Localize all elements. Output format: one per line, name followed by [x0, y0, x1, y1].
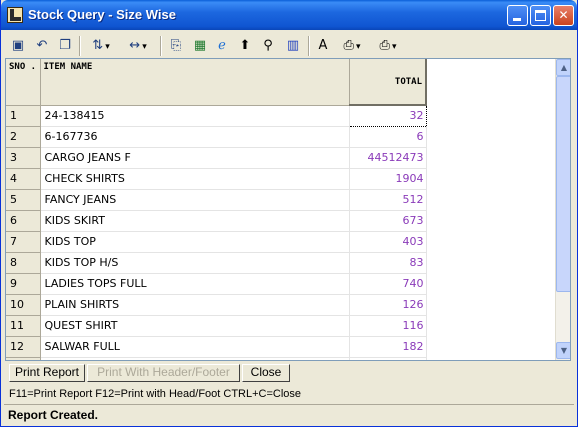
toolbar: ▣ ↶ ❐ ⇅ ↔ ⎘ ▦ ℯ ⬆ ⚲ ▥ A ⎙ ⎙ [5, 34, 575, 58]
row-number: 8 [6, 252, 41, 274]
header-row: SNO . ITEM NAME TOTAL [6, 59, 427, 106]
table-row[interactable]: 4 CHECK SHIRTS 1904 [6, 168, 427, 190]
item-name-cell[interactable]: KIDS TOP [40, 231, 350, 253]
print-preview-icon[interactable]: ⎙ [337, 36, 367, 56]
stock-table: SNO . ITEM NAME TOTAL 1 24-138415 32 2 6… [6, 59, 427, 360]
total-cell[interactable]: 116 [349, 315, 427, 337]
shortcut-hint: F11=Print Report F12=Print with Head/Foo… [9, 388, 302, 400]
table-row[interactable]: 10 PLAIN SHIRTS 126 [6, 294, 427, 316]
table-row[interactable]: 9 LADIES TOPS FULL 740 [6, 273, 427, 295]
row-number: 2 [6, 126, 41, 148]
maximize-icon [535, 10, 546, 21]
total-cell[interactable]: 83 [349, 252, 427, 274]
close-button[interactable]: Close [242, 364, 290, 382]
row-number: 3 [6, 147, 41, 169]
stock-query-window: Stock Query - Size Wise ✕ ▣ ↶ ❐ ⇅ ↔ ⎘ ▦ … [0, 0, 578, 427]
total-cell[interactable]: 44512473 [349, 147, 427, 169]
row-number: 9 [6, 273, 41, 295]
excel-icon[interactable]: ▦ [191, 36, 209, 56]
table-row[interactable]: 2 6-167736 6 [6, 126, 427, 148]
table-row[interactable]: 6 KIDS SKIRT 673 [6, 210, 427, 232]
total-cell[interactable]: 182 [349, 336, 427, 358]
table-row[interactable]: 3 CARGO JEANS F 44512473 [6, 147, 427, 169]
print-icon[interactable]: ⎙ [373, 36, 403, 56]
save-icon[interactable]: ▣ [9, 36, 27, 56]
column-width-icon[interactable]: ↔ [121, 36, 155, 56]
row-number: 4 [6, 168, 41, 190]
status-text: Report Created. [8, 408, 99, 422]
row-number: 1 [6, 105, 41, 127]
vertical-scrollbar[interactable]: ▲ ▼ [555, 59, 570, 360]
copy-icon[interactable]: ⎘ [167, 36, 185, 56]
row-number: 7 [6, 231, 41, 253]
table-row[interactable]: 12 SALWAR FULL 182 [6, 336, 427, 358]
close-icon: ✕ [558, 8, 569, 22]
chevron-down-icon: ▼ [560, 346, 568, 355]
row-number [6, 357, 41, 360]
app-icon [7, 7, 23, 23]
row-number: 5 [6, 189, 41, 211]
total-cell[interactable]: 1904 [349, 168, 427, 190]
column-header-total[interactable]: TOTAL [349, 59, 427, 106]
toolbar-separator [160, 36, 162, 56]
column-header-item-name[interactable]: ITEM NAME [40, 59, 350, 106]
close-window-button[interactable]: ✕ [553, 5, 574, 26]
browser-icon[interactable]: ℯ [213, 36, 231, 56]
copy-window-icon[interactable]: ❐ [55, 36, 75, 56]
table-row[interactable]: 11 QUEST SHIRT 116 [6, 315, 427, 337]
scroll-up-button[interactable]: ▲ [556, 59, 570, 76]
minimize-button[interactable] [507, 5, 528, 26]
status-bar: Report Created. [4, 404, 574, 424]
item-name-cell[interactable]: FANCY JEANS [40, 189, 350, 211]
toolbar-separator [79, 36, 81, 56]
total-cell[interactable]: 126 [349, 294, 427, 316]
table-row[interactable]: 5 FANCY JEANS 512 [6, 189, 427, 211]
total-cell[interactable]: 32 [348, 104, 427, 127]
minimize-icon [513, 18, 521, 21]
undo-icon[interactable]: ↶ [33, 36, 51, 56]
item-name-cell[interactable]: SALWAR FULL [40, 336, 350, 358]
item-name-cell[interactable]: LADIES TOPS FULL [40, 273, 350, 295]
find-icon[interactable]: ⚲ [259, 36, 277, 56]
table-row[interactable]: 8 KIDS TOP H/S 83 [6, 252, 427, 274]
item-name-cell [40, 357, 350, 360]
window-title: Stock Query - Size Wise [28, 7, 176, 22]
item-name-cell[interactable]: KIDS TOP H/S [40, 252, 350, 274]
title-bar[interactable]: Stock Query - Size Wise ✕ [1, 0, 577, 30]
row-number: 10 [6, 294, 41, 316]
item-name-cell[interactable]: 24-138415 [40, 105, 350, 127]
scroll-down-button[interactable]: ▼ [556, 342, 570, 359]
item-name-cell[interactable]: QUEST SHIRT [40, 315, 350, 337]
row-number: 12 [6, 336, 41, 358]
table-row-partial [6, 357, 427, 360]
print-with-header-footer-button: Print With Header/Footer [87, 364, 240, 382]
row-number: 6 [6, 210, 41, 232]
font-icon[interactable]: A [314, 36, 332, 56]
item-name-cell[interactable]: CHECK SHIRTS [40, 168, 350, 190]
sort-icon[interactable]: ⇅ [85, 36, 117, 56]
maximize-button[interactable] [530, 5, 551, 26]
row-number: 11 [6, 315, 41, 337]
item-name-cell[interactable]: CARGO JEANS F [40, 147, 350, 169]
table-row[interactable]: 1 24-138415 32 [6, 104, 427, 127]
total-cell[interactable]: 512 [349, 189, 427, 211]
print-report-button[interactable]: Print Report [9, 364, 85, 382]
chart-icon[interactable]: ▥ [283, 36, 303, 56]
up-arrow-icon[interactable]: ⬆ [237, 36, 253, 56]
item-name-cell[interactable]: KIDS SKIRT [40, 210, 350, 232]
item-name-cell[interactable]: PLAIN SHIRTS [40, 294, 350, 316]
chevron-up-icon: ▲ [560, 63, 568, 72]
total-cell [349, 357, 427, 360]
stock-grid[interactable]: SNO . ITEM NAME TOTAL 1 24-138415 32 2 6… [5, 58, 571, 361]
total-cell[interactable]: 6 [349, 126, 427, 148]
item-name-cell[interactable]: 6-167736 [40, 126, 350, 148]
total-cell[interactable]: 403 [349, 231, 427, 253]
total-cell[interactable]: 673 [349, 210, 427, 232]
table-row[interactable]: 7 KIDS TOP 403 [6, 231, 427, 253]
toolbar-separator [308, 36, 310, 56]
scroll-thumb[interactable] [556, 76, 570, 292]
column-header-sno[interactable]: SNO . [6, 59, 41, 106]
total-cell[interactable]: 740 [349, 273, 427, 295]
